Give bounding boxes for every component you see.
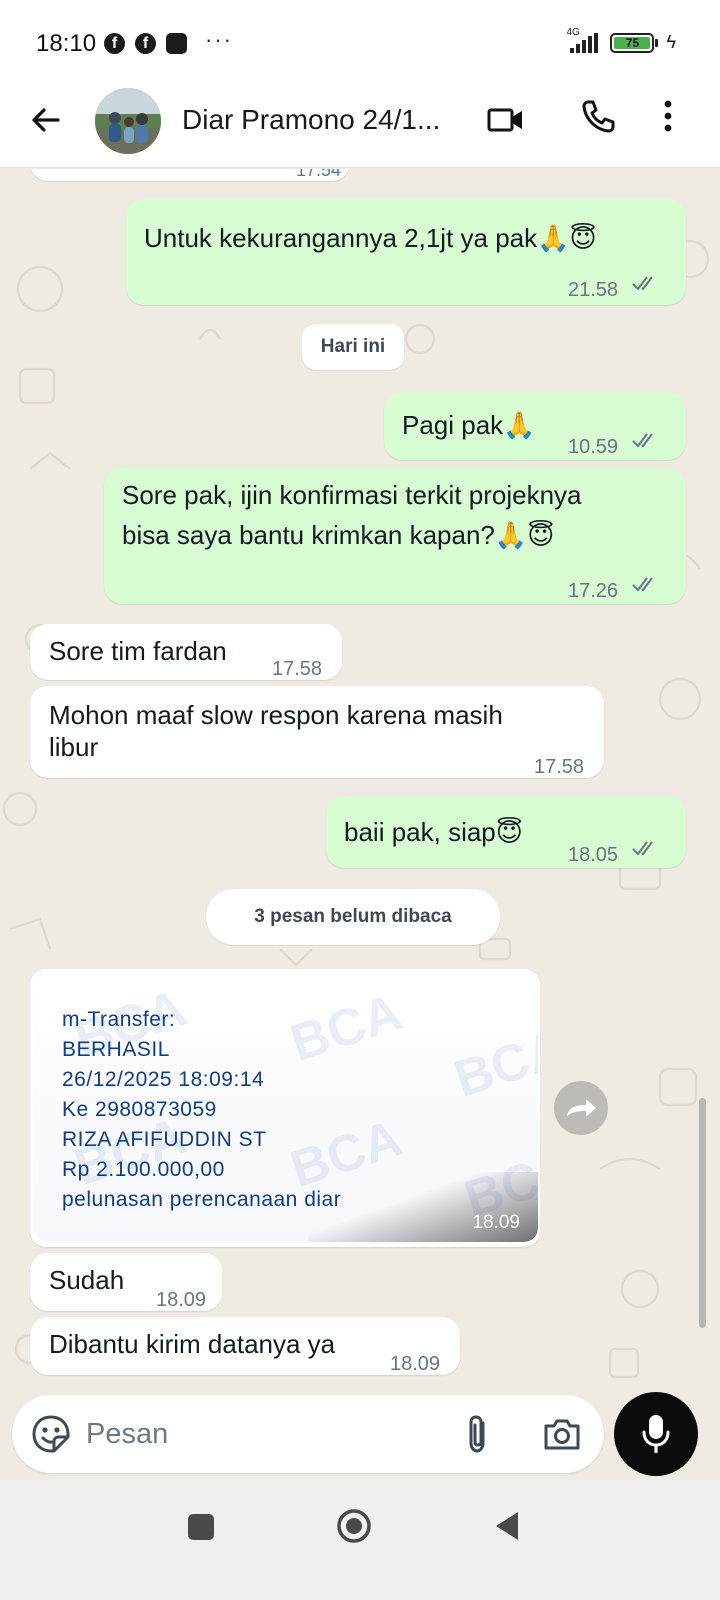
notification-icons: f f ··· — [104, 27, 233, 54]
message-text-line1: Sore pak, ijin konfirmasi terkit projekn… — [122, 480, 582, 510]
receipt-line: m-Transfer: — [62, 1008, 176, 1031]
back-arrow-icon[interactable] — [26, 100, 66, 140]
app-icon — [166, 33, 187, 54]
paperclip-icon[interactable] — [462, 1413, 492, 1455]
message-text-content: bisa saya bantu krimkan kapan? — [122, 520, 495, 550]
unread-messages-divider: 3 pesan belum dibaca — [206, 889, 500, 945]
message-text-line2: libur — [49, 732, 99, 762]
message-text: Dibantu kirim datanya ya — [49, 1329, 336, 1359]
message-bubble-incoming[interactable]: Sore tim fardan 17.58 — [30, 624, 342, 680]
message-text: Sore tim fardan — [49, 636, 227, 666]
receipt-line: Rp 2.100.000,00 — [62, 1158, 225, 1181]
network-type: 4G — [566, 26, 580, 38]
battery-icon: 75 — [610, 32, 659, 53]
message-time: 21.58 — [568, 279, 619, 301]
message-bubble-incoming[interactable]: Mohon maaf slow respon karena masih libu… — [30, 686, 604, 778]
receipt-line: BERHASIL — [62, 1038, 170, 1061]
receipt-line: pelunasan perencanaan diar — [62, 1188, 342, 1211]
receipt-line: 26/12/2025 18:09:14 — [62, 1068, 265, 1091]
read-ticks-icon — [632, 276, 653, 291]
more-dots-icon: ··· — [205, 26, 233, 52]
message-text-content: Untuk kekurangannya 2,1jt ya pak — [144, 223, 538, 253]
recent-apps-icon[interactable] — [188, 1514, 214, 1540]
message-text-content: Pagi pak — [402, 410, 504, 440]
avatar[interactable] — [95, 88, 161, 154]
message-bubble-incoming-partial[interactable]: 17.54 — [30, 169, 350, 181]
message-bubble-incoming[interactable]: Dibantu kirim datanya ya 18.09 — [30, 1317, 460, 1375]
message-bubble-outgoing[interactable]: Sore pak, ijin konfirmasi terkit projekn… — [104, 468, 686, 604]
message-text: Sudah — [49, 1265, 125, 1295]
message-text: Untuk kekurangannya 2,1jt ya pak🙏😇 — [144, 219, 597, 258]
message-bubble-outgoing[interactable]: baii pak, siap😇 18.05 — [326, 796, 686, 868]
camera-icon[interactable] — [542, 1415, 582, 1453]
message-time: 17.58 — [272, 658, 323, 680]
read-ticks-icon — [632, 433, 653, 448]
message-input[interactable] — [86, 1409, 446, 1459]
message-time: 18.09 — [156, 1289, 207, 1311]
status-bar: 18:10 f f ··· 4G 75 ϟ — [0, 0, 720, 88]
message-text-line2: bisa saya bantu krimkan kapan?🙏😇 — [122, 516, 554, 555]
message-time: 18.09 — [472, 1212, 520, 1233]
message-time: 17.54 — [296, 169, 342, 180]
message-time: 18.05 — [568, 844, 619, 866]
home-icon[interactable] — [334, 1506, 374, 1546]
status-time: 18:10 — [36, 30, 97, 57]
signal-icon: 4G — [566, 27, 599, 53]
message-text-line1: Mohon maaf slow respon karena masih — [49, 700, 503, 730]
voice-message-button[interactable] — [614, 1392, 698, 1476]
message-text: baii pak, siap😇 — [344, 813, 523, 852]
emoji-pray-smile: 🙏😇 — [494, 521, 555, 551]
contact-name[interactable]: Diar Pramono 24/1... — [182, 104, 440, 136]
receipt-line: RIZA AFIFUDDIN ST — [62, 1128, 267, 1151]
system-icons: 4G 75 ϟ — [566, 27, 676, 53]
avatar-photo — [95, 88, 161, 154]
scrollbar-thumb[interactable] — [699, 1098, 706, 1328]
receipt-line: Ke 2980873059 — [62, 1098, 217, 1121]
message-text: Pagi pak🙏 — [402, 406, 536, 445]
forward-icon — [567, 1099, 596, 1117]
transfer-receipt-image[interactable]: BCA BCA BCA BCA BCA BCA m-Transfer: BERH… — [34, 974, 538, 1242]
message-bubble-incoming[interactable]: Sudah 18.09 — [30, 1253, 222, 1311]
phone-icon[interactable] — [578, 96, 618, 136]
message-text-content: baii pak, siap — [344, 817, 496, 847]
bca-watermark: BCA — [283, 983, 409, 1073]
message-time: 10.59 — [568, 436, 619, 458]
message-time: 18.09 — [390, 1353, 441, 1375]
system-navigation-bar — [0, 1480, 720, 1600]
message-bubble-outgoing[interactable]: Untuk kekurangannya 2,1jt ya pak🙏😇 21.58 — [126, 199, 686, 305]
facebook-icon: f — [104, 33, 125, 54]
video-call-icon[interactable] — [486, 100, 526, 140]
back-triangle-icon[interactable] — [492, 1510, 522, 1542]
emoji-sticker-icon[interactable] — [30, 1413, 72, 1455]
message-composer — [12, 1395, 604, 1473]
date-divider: Hari ini — [302, 324, 404, 370]
battery-level: 75 — [614, 36, 651, 50]
emoji-pray-smile: 🙏😇 — [537, 224, 597, 254]
forward-button[interactable] — [554, 1081, 608, 1135]
message-bubble-outgoing[interactable]: Pagi pak🙏 10.59 — [384, 392, 686, 460]
chat-header: Diar Pramono 24/1... — [0, 88, 720, 168]
microphone-icon — [642, 1415, 670, 1453]
read-ticks-icon — [632, 577, 653, 592]
message-time: 17.58 — [534, 756, 585, 778]
message-time: 17.26 — [568, 580, 619, 602]
facebook-icon: f — [135, 33, 156, 54]
chat-area[interactable]: 17.54 Untuk kekurangannya 2,1jt ya pak🙏😇… — [0, 169, 720, 1400]
bca-watermark: BCA — [447, 1019, 538, 1109]
emoji-smile: 😇 — [495, 818, 523, 848]
more-vertical-icon[interactable] — [656, 96, 680, 136]
read-ticks-icon — [632, 841, 653, 856]
emoji-pray: 🙏 — [503, 411, 536, 441]
charging-icon: ϟ — [666, 32, 676, 52]
